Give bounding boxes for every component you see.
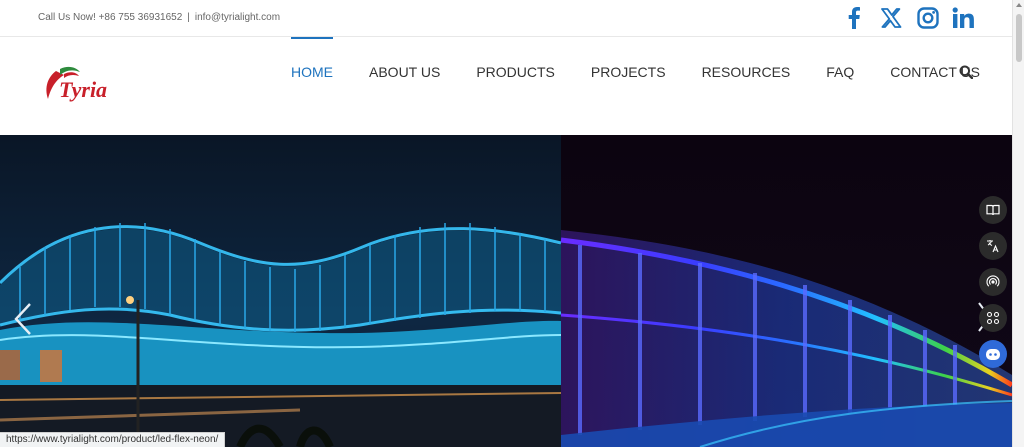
logo-text: Tyria — [59, 77, 107, 102]
broadcast-icon[interactable] — [979, 268, 1007, 296]
book-icon[interactable] — [979, 196, 1007, 224]
scrollbar-thumb[interactable] — [1016, 14, 1022, 62]
email-link[interactable]: info@tyrialight.com — [195, 12, 280, 23]
nav-item-resources[interactable]: RESOURCES — [702, 37, 791, 107]
top-bar: Call Us Now! +86 755 36931652 | info@tyria… — [0, 0, 1012, 37]
apps-icon[interactable] — [979, 304, 1007, 332]
nav-item-faq[interactable]: FAQ — [826, 37, 854, 107]
site-header: Tyria HOME ABOUT US PRODUCTS PROJECTS RE… — [0, 37, 1012, 135]
phone-number: Call Us Now! +86 755 36931652 — [38, 12, 183, 23]
nav-item-home[interactable]: HOME — [291, 37, 333, 107]
x-icon[interactable] — [881, 7, 902, 29]
contact-info: Call Us Now! +86 755 36931652 | info@tyria… — [38, 12, 280, 23]
search-icon[interactable] — [959, 65, 974, 84]
hero-image — [0, 135, 1012, 447]
nav-item-projects[interactable]: PROJECTS — [591, 37, 666, 107]
slider-prev-arrow-icon[interactable] — [12, 302, 34, 336]
main-nav: HOME ABOUT US PRODUCTS PROJECTS RESOURCE… — [291, 37, 1016, 135]
nav-item-about-us[interactable]: ABOUT US — [369, 37, 440, 107]
translate-icon[interactable] — [979, 232, 1007, 260]
assistant-bot-icon[interactable] — [979, 340, 1007, 368]
facebook-icon[interactable] — [847, 7, 861, 29]
browser-side-toolbar — [979, 196, 1009, 376]
tyria-logo[interactable]: Tyria — [42, 63, 142, 109]
nav-item-products[interactable]: PRODUCTS — [476, 37, 555, 107]
linkedin-icon[interactable] — [952, 7, 974, 29]
page-scrollbar[interactable] — [1012, 0, 1024, 447]
contact-separator: | — [187, 12, 190, 23]
status-bar-url: https://www.tyrialight.com/product/led-f… — [0, 432, 226, 447]
hero-slider — [0, 135, 1012, 447]
scroll-up-arrow-icon[interactable] — [1016, 3, 1022, 7]
instagram-icon[interactable] — [917, 7, 939, 29]
